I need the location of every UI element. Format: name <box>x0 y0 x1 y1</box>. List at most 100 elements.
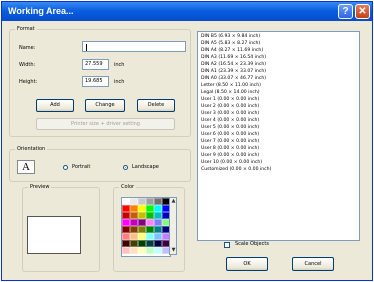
color-swatch[interactable] <box>146 247 154 254</box>
size-list-item[interactable]: User 7 (0.00 × 0.00 inch) <box>201 138 359 145</box>
color-swatch[interactable] <box>130 198 138 205</box>
size-list-item[interactable]: DIN A5 (5.83 × 8.27 inch) <box>201 40 359 47</box>
format-group-label: Format <box>15 26 37 33</box>
color-swatch[interactable] <box>122 205 130 212</box>
scroll-down-icon[interactable]: ▼ <box>171 248 176 253</box>
color-swatch[interactable] <box>122 247 130 254</box>
color-group: Color ▲ ▼ <box>113 184 185 272</box>
size-list-item[interactable]: DIN A0 (33.07 × 46.77 inch) <box>201 75 359 82</box>
color-swatch[interactable] <box>138 205 146 212</box>
color-swatch[interactable] <box>130 205 138 212</box>
width-label: Width: <box>19 62 36 68</box>
color-swatch[interactable] <box>146 233 154 240</box>
size-list-item[interactable]: User 10 (0.00 × 0.00 inch) <box>201 159 359 166</box>
color-swatch[interactable] <box>122 212 130 219</box>
color-swatch[interactable] <box>146 198 154 205</box>
size-list-item[interactable]: User 2 (0.00 × 0.00 inch) <box>201 103 359 110</box>
color-swatch[interactable] <box>154 219 162 226</box>
color-swatch[interactable] <box>154 233 162 240</box>
height-input[interactable]: 19.685 <box>82 76 109 87</box>
color-swatch[interactable] <box>138 240 146 247</box>
color-swatch[interactable] <box>130 219 138 226</box>
help-button[interactable]: ? <box>338 4 353 19</box>
color-swatch[interactable] <box>138 198 146 205</box>
orientation-group: Orientation A Portrait Landscape <box>9 146 191 182</box>
orientation-group-label: Orientation <box>15 146 48 153</box>
color-swatch[interactable] <box>122 198 130 205</box>
color-swatch[interactable] <box>154 240 162 247</box>
landscape-label[interactable]: Landscape <box>132 164 159 171</box>
width-input[interactable]: 27.559 <box>82 59 109 70</box>
color-swatch[interactable] <box>154 198 162 205</box>
scale-objects-label[interactable]: Scale Objects <box>235 241 269 248</box>
color-swatch[interactable] <box>122 233 130 240</box>
size-list-item[interactable]: Letter (8.50 × 11.00 inch) <box>201 82 359 89</box>
color-swatch[interactable] <box>122 240 130 247</box>
portrait-label[interactable]: Portrait <box>72 164 90 171</box>
window-title: Working Area... <box>8 6 74 16</box>
height-unit: inch <box>114 79 125 85</box>
working-area-dialog: Working Area... ? ✕ Format Name: Width: … <box>1 1 373 281</box>
color-palette[interactable] <box>121 197 171 257</box>
orientation-a-icon: A <box>17 160 35 174</box>
color-swatch[interactable] <box>122 226 130 233</box>
size-list-item[interactable]: DIN A1 (23.39 × 33.07 inch) <box>201 68 359 75</box>
color-swatch[interactable] <box>154 205 162 212</box>
change-button[interactable]: Change <box>85 99 125 112</box>
color-swatch[interactable] <box>138 219 146 226</box>
format-group: Format Name: Width: 27.559 inch Height: … <box>9 26 191 137</box>
preview-group: Preview <box>22 184 100 272</box>
size-list-item[interactable]: User 3 (0.00 × 0.00 inch) <box>201 110 359 117</box>
size-list-item[interactable]: User 8 (0.00 × 0.00 inch) <box>201 145 359 152</box>
name-label: Name: <box>19 45 36 51</box>
height-label: Height: <box>19 79 38 85</box>
size-list-item[interactable]: User 6 (0.00 × 0.00 inch) <box>201 131 359 138</box>
color-swatch[interactable] <box>130 247 138 254</box>
title-bar[interactable]: Working Area... ? ✕ <box>2 2 372 21</box>
size-list-item[interactable]: Legal (8.50 × 14.00 inch) <box>201 89 359 96</box>
delete-button[interactable]: Delete <box>137 99 175 112</box>
color-group-label: Color <box>119 184 137 191</box>
preview-group-label: Preview <box>28 184 52 191</box>
scale-objects-checkbox[interactable] <box>224 242 230 248</box>
palette-scrollbar[interactable]: ▲ ▼ <box>169 197 177 255</box>
size-list-item[interactable]: DIN A4 (8.27 × 11.69 inch) <box>201 47 359 54</box>
landscape-radio[interactable] <box>123 165 128 170</box>
color-swatch[interactable] <box>146 212 154 219</box>
size-list-item[interactable]: User 1 (0.00 × 0.00 inch) <box>201 96 359 103</box>
color-swatch[interactable] <box>146 219 154 226</box>
ok-button[interactable]: OK <box>226 257 268 271</box>
size-list-item[interactable]: DIN B5 (6.93 × 9.84 inch) <box>201 33 359 40</box>
color-swatch[interactable] <box>130 212 138 219</box>
cancel-button[interactable]: Cancel <box>292 257 334 271</box>
color-swatch[interactable] <box>154 247 162 254</box>
color-swatch[interactable] <box>130 240 138 247</box>
color-swatch[interactable] <box>138 226 146 233</box>
width-unit: inch <box>114 62 125 68</box>
color-swatch[interactable] <box>146 240 154 247</box>
page-preview <box>27 216 81 254</box>
page-size-list[interactable]: DIN B5 (6.93 × 9.84 inch) DIN A5 (5.83 × … <box>197 31 360 241</box>
size-list-item[interactable]: User 5 (0.00 × 0.00 inch) <box>201 124 359 131</box>
size-list-item[interactable]: Customized (0.00 × 0.00 inch) <box>201 166 359 173</box>
color-swatch[interactable] <box>146 226 154 233</box>
color-swatch[interactable] <box>122 219 130 226</box>
color-swatch[interactable] <box>138 247 146 254</box>
printer-size-button[interactable]: Printer size + driver setting <box>36 118 175 130</box>
scroll-up-icon[interactable]: ▲ <box>171 199 176 204</box>
size-list-item[interactable]: User 9 (0.00 × 0.00 inch) <box>201 152 359 159</box>
color-swatch[interactable] <box>130 226 138 233</box>
color-swatch[interactable] <box>130 233 138 240</box>
size-list-item[interactable]: User 4 (0.00 × 0.00 inch) <box>201 117 359 124</box>
color-swatch[interactable] <box>138 233 146 240</box>
size-list-item[interactable]: DIN A2 (16.54 × 23.39 inch) <box>201 61 359 68</box>
color-swatch[interactable] <box>138 212 146 219</box>
color-swatch[interactable] <box>154 226 162 233</box>
name-input[interactable] <box>82 41 186 52</box>
add-button[interactable]: Add <box>36 99 74 112</box>
close-button[interactable]: ✕ <box>355 4 370 19</box>
color-swatch[interactable] <box>146 205 154 212</box>
size-list-item[interactable]: DIN A3 (11.69 × 16.54 inch) <box>201 54 359 61</box>
portrait-radio[interactable] <box>63 165 68 170</box>
color-swatch[interactable] <box>154 212 162 219</box>
